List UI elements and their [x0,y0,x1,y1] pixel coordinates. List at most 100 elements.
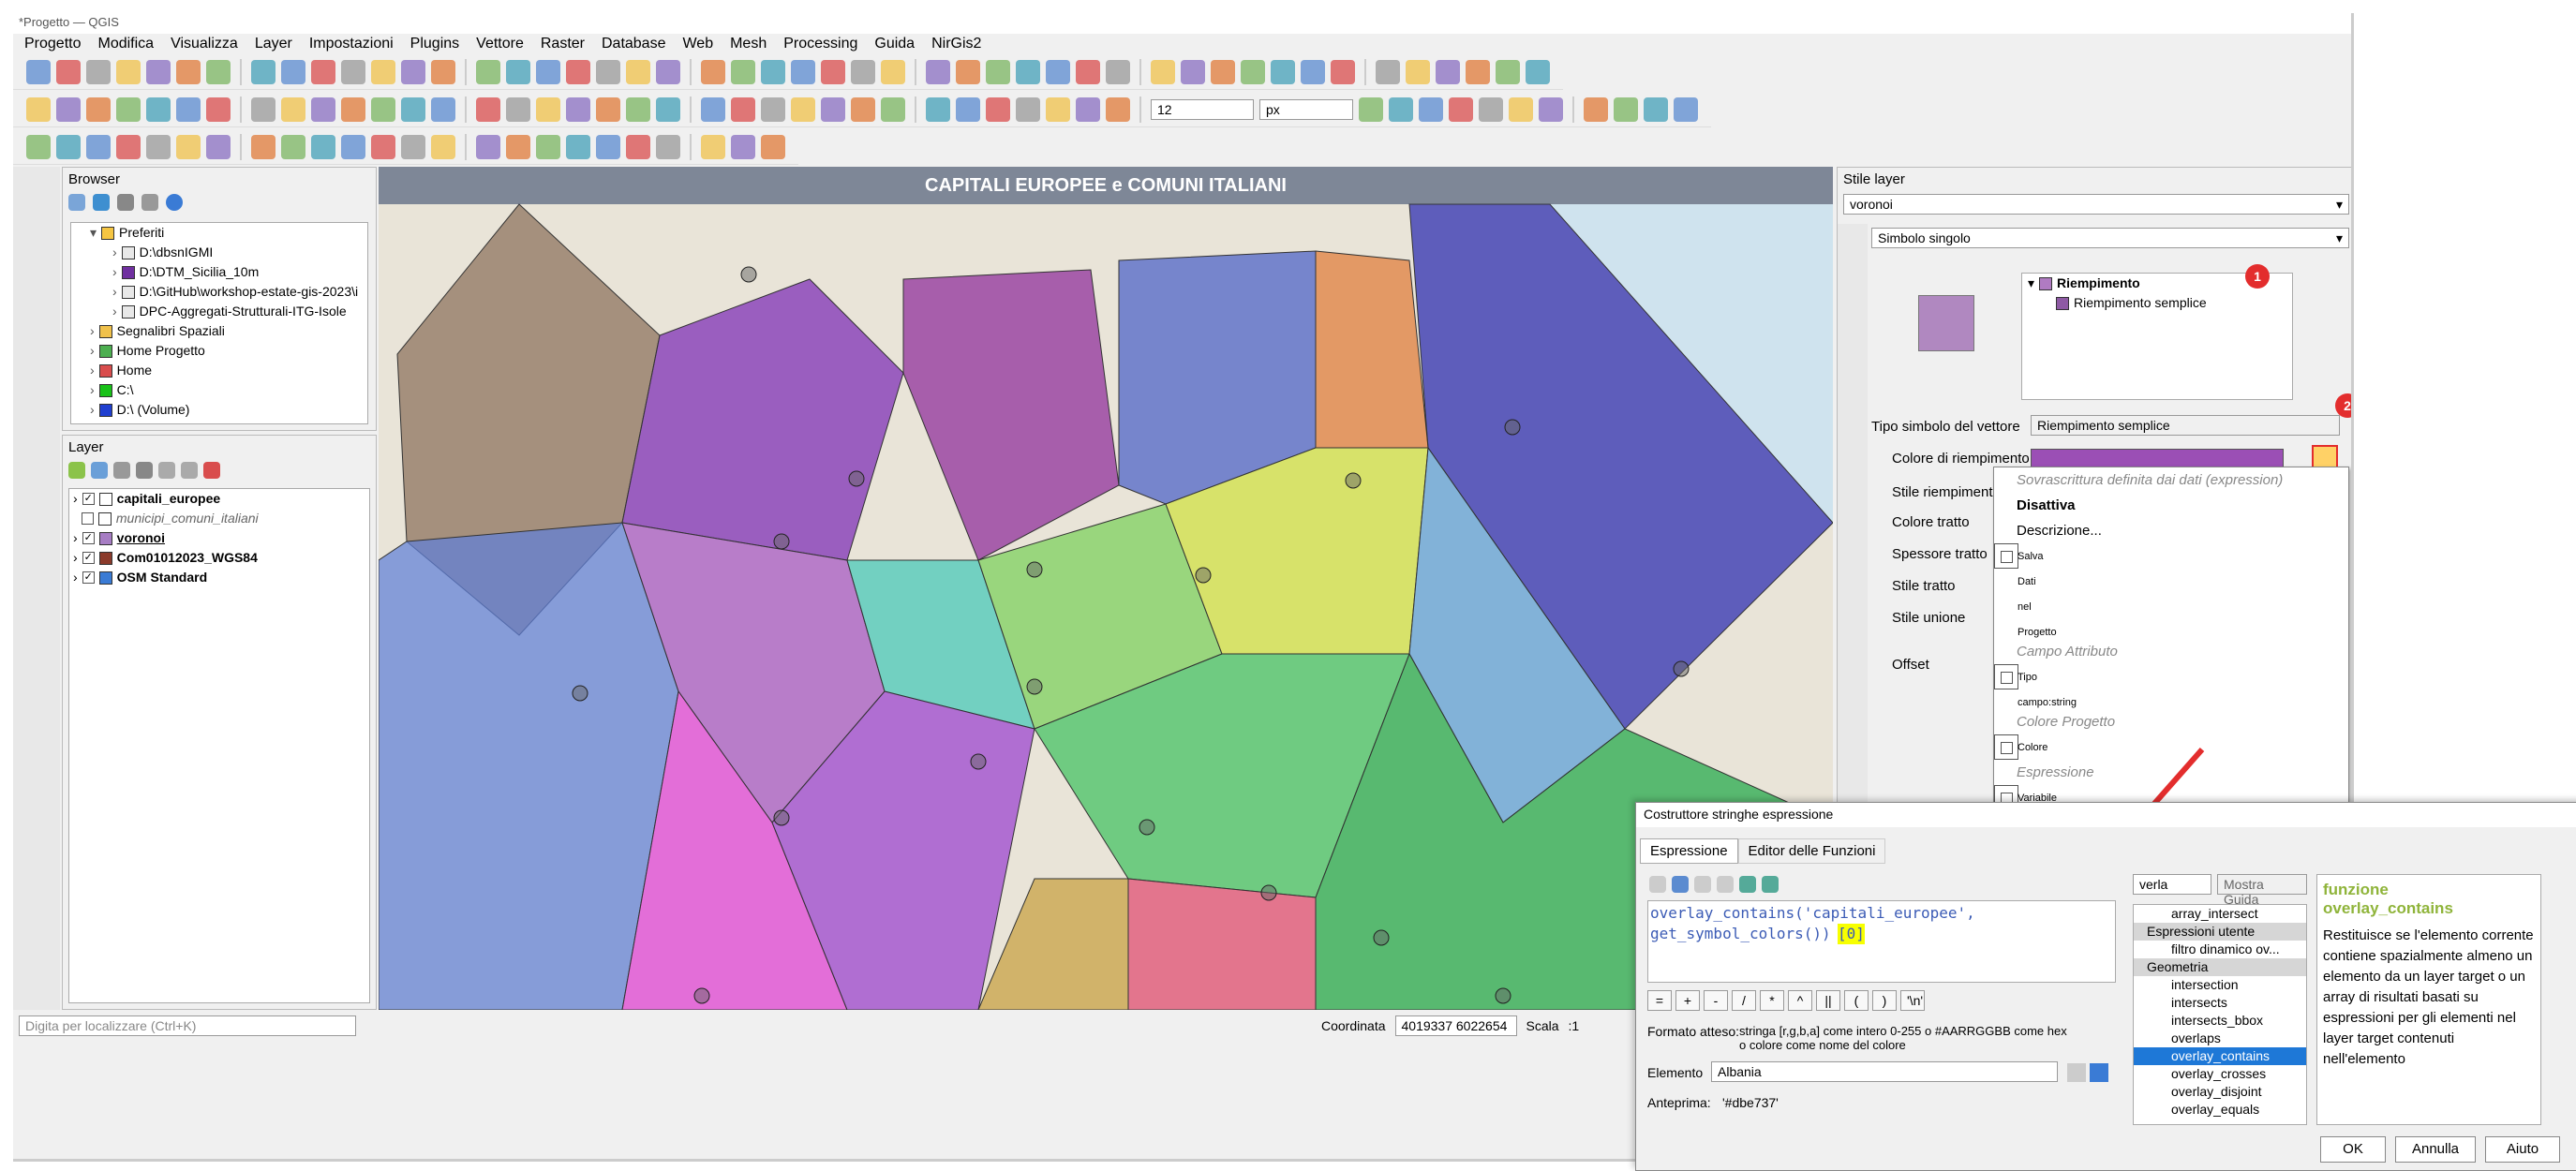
toolbar-tool-icon[interactable] [986,96,1010,122]
toolbar-tool-icon[interactable] [1016,59,1040,84]
toolbar-tool-icon[interactable] [1479,96,1503,122]
context-menu-item[interactable]: Tipo campo:string [1994,664,2077,708]
browser-item[interactable]: › DPC-Aggregati-Strutturali-ITG-Isole [71,302,367,321]
operator-button[interactable]: = [1647,990,1672,1011]
function-list-item[interactable]: overlaps [2134,1030,2306,1047]
toolbar-tool-icon[interactable] [1046,96,1070,122]
toolbar-tool-icon[interactable] [1211,59,1235,84]
toolbar-tool-icon[interactable] [821,59,845,84]
browser-item[interactable]: › D:\ (Volume) [71,400,367,420]
remove-layer-icon[interactable] [203,462,220,479]
toolbar-tool-icon[interactable] [1419,96,1443,122]
toolbar-tool-icon[interactable] [566,96,590,122]
toolbar-tool-icon[interactable] [206,134,231,159]
browser-item[interactable]: › D:\GitHub\workshop-estate-gis-2023\i [71,282,367,302]
toolbar-tool-icon[interactable] [1181,59,1205,84]
toolbar-tool-icon[interactable] [371,134,395,159]
layer-item[interactable]: › ✓ capitali_europee [69,489,369,509]
menu-0[interactable]: Progetto [24,36,81,52]
renderer-select[interactable]: Simbolo singolo ▾ [1871,228,2349,248]
toolbar-tool-icon[interactable] [1406,59,1430,84]
toolbar-tool-icon[interactable] [176,96,201,122]
browser-tree[interactable]: ▾ Preferiti › D:\dbsnIGMI › D:\DTM_Sicilia_10… [70,222,368,424]
toolbar-tool-icon[interactable] [926,96,950,122]
visibility-checkbox[interactable] [81,512,94,525]
symbol-tree[interactable]: ▾ Riempimento Riempimento semplice [2021,273,2293,400]
toolbar-tool-icon[interactable] [1271,59,1295,84]
toolbar-tool-icon[interactable] [86,59,111,84]
toolbar-tool-icon[interactable] [86,134,111,159]
toolbar-tool-icon[interactable] [1046,59,1070,84]
toolbar-tool-icon[interactable] [791,59,815,84]
toolbar-tool-icon[interactable] [341,134,365,159]
toolbar-tool-icon[interactable] [1151,59,1175,84]
toolbar-tool-icon[interactable] [251,59,275,84]
ok-button[interactable]: OK [2320,1136,2386,1163]
toolbar-tool-icon[interactable] [1466,59,1490,84]
help-button[interactable]: Aiuto [2485,1136,2560,1163]
fill-color-button[interactable] [2031,449,2284,467]
filter-icon[interactable] [117,194,134,211]
toolbar-tool-icon[interactable] [656,134,680,159]
layer-item[interactable]: › ✓ OSM Standard [69,568,369,587]
toolbar-tool-icon[interactable] [206,59,231,84]
toolbar-tool-icon[interactable] [731,134,755,159]
toolbar-tool-icon[interactable] [791,96,815,122]
toolbar-tool-icon[interactable] [401,59,425,84]
toolbar-tool-icon[interactable] [341,59,365,84]
operator-button[interactable]: * [1760,990,1784,1011]
browser-item[interactable]: › C:\ [71,380,367,400]
toolbar-tool-icon[interactable] [986,59,1010,84]
toolbar-tool-icon[interactable] [566,59,590,84]
toolbar-tool-icon[interactable] [731,59,755,84]
collapse-all-icon[interactable] [181,462,198,479]
filter-legend-icon[interactable] [136,462,153,479]
menu-8[interactable]: Database [602,36,666,52]
toolbar-tool-icon[interactable] [1496,59,1520,84]
toolbar-tool-icon[interactable] [926,59,950,84]
toolbar-tool-icon[interactable] [146,96,171,122]
toolbar-tool-icon[interactable] [176,59,201,84]
toolbar-tool-icon[interactable] [1539,96,1563,122]
toolbar-tool-icon[interactable] [506,96,530,122]
new-icon[interactable] [1649,876,1666,893]
layer-tree[interactable]: › ✓ capitali_europee municipi_comuni_itali… [68,488,370,1003]
toolbar-tool-icon[interactable] [701,59,725,84]
toolbar-tool-icon[interactable] [656,96,680,122]
symbol-tree-child[interactable]: Riempimento semplice [2022,293,2292,313]
toolbar-tool-icon[interactable] [26,96,51,122]
function-list-item[interactable]: Geometria [2134,958,2306,976]
toolbar-tool-icon[interactable] [761,59,785,84]
collapse-icon[interactable] [141,194,158,211]
function-list-item[interactable]: overlay_contains [2134,1047,2306,1065]
info-icon[interactable] [166,194,183,211]
browser-item[interactable]: › D:\DTM_Sicilia_10m [71,262,367,282]
operator-button[interactable]: ) [1872,990,1897,1011]
browser-item[interactable]: › D:\dbsnIGMI [71,243,367,262]
operator-button[interactable]: || [1816,990,1840,1011]
toolbar-tool-icon[interactable] [626,96,650,122]
import-icon[interactable] [1739,876,1756,893]
expand-icon[interactable] [158,462,175,479]
context-menu-item[interactable]: Disattiva [1994,493,2348,518]
visibility-checkbox[interactable]: ✓ [82,532,95,544]
toolbar-tool-icon[interactable] [146,134,171,159]
visibility-icon[interactable] [113,462,130,479]
operator-button[interactable]: + [1675,990,1700,1011]
toolbar-tool-icon[interactable] [281,59,305,84]
toolbar-tool-icon[interactable] [656,59,680,84]
toolbar-tool-icon[interactable] [596,134,620,159]
function-list-item[interactable]: overlay_equals [2134,1101,2306,1119]
toolbar-tool-icon[interactable] [536,134,560,159]
toolbar-tool-icon[interactable] [1509,96,1533,122]
show-help-button[interactable]: Mostra Guida [2217,874,2307,907]
element-select[interactable]: Albania [1711,1061,2058,1082]
menu-6[interactable]: Vettore [476,36,524,52]
menu-5[interactable]: Plugins [410,36,459,52]
toolbar-tool-icon[interactable] [1436,59,1460,84]
toolbar-tool-icon[interactable] [146,59,171,84]
toolbar-tool-icon[interactable] [371,59,395,84]
toolbar-tool-icon[interactable] [1526,59,1550,84]
menu-2[interactable]: Visualizza [171,36,238,52]
toolbar-tool-icon[interactable] [701,96,725,122]
